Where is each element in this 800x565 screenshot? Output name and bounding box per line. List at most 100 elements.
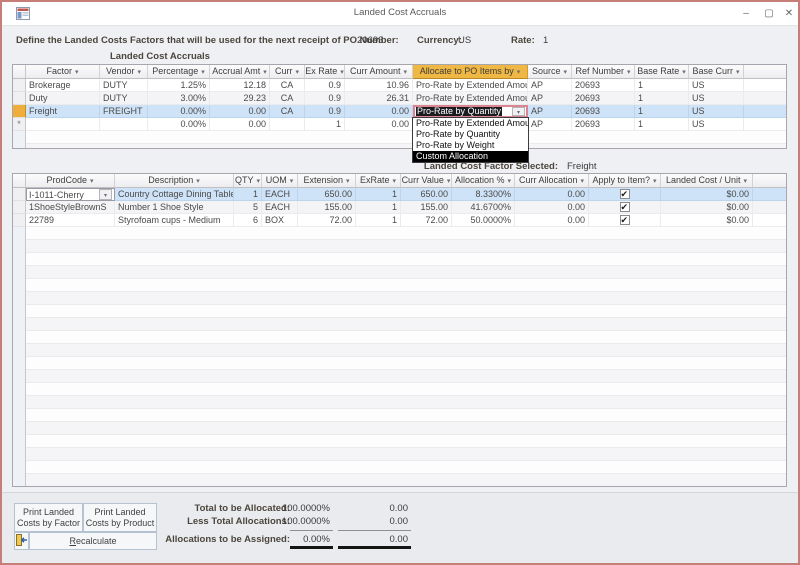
column-header-accrual-amt[interactable]: Accrual Amt: [210, 65, 270, 79]
column-header-curr-value[interactable]: Curr Value: [401, 174, 452, 188]
column-menu-icon[interactable]: [257, 174, 261, 188]
column-header-curr-allocation[interactable]: Curr Allocation: [515, 174, 589, 188]
dropdown-option[interactable]: Pro-Rate by Quantity: [413, 129, 528, 140]
minimize-button[interactable]: –: [738, 6, 754, 21]
column-menu-icon[interactable]: [90, 174, 94, 188]
cell-landed-cost-unit[interactable]: $0.00: [661, 188, 753, 201]
rate-value[interactable]: 1: [543, 35, 548, 46]
column-menu-icon[interactable]: [564, 65, 568, 79]
column-header-ex-rate[interactable]: Ex Rate: [305, 65, 345, 79]
column-menu-icon[interactable]: [196, 174, 200, 188]
cell-curr[interactable]: CA: [270, 105, 305, 118]
cell-ref-number[interactable]: 20693: [572, 118, 635, 131]
cell-curr-amount[interactable]: 10.96: [345, 79, 413, 92]
cell-allocation-pct[interactable]: 8.3300%: [452, 188, 515, 201]
apply-to-item-checkbox[interactable]: [620, 215, 630, 225]
column-menu-icon[interactable]: [653, 174, 657, 188]
cell-accrual-amt[interactable]: 12.18: [210, 79, 270, 92]
column-header-ref-number[interactable]: Ref Number: [572, 65, 635, 79]
print-costs-by-factor-button[interactable]: Print Landed Costs by Factor: [14, 503, 83, 532]
cell-allocation-pct[interactable]: 41.6700%: [452, 201, 515, 214]
cell-base-curr[interactable]: US: [689, 79, 744, 92]
prodcode-dropdown-button[interactable]: [99, 189, 112, 200]
column-menu-icon[interactable]: [340, 65, 344, 79]
po-number-value[interactable]: 20693: [357, 35, 383, 46]
cell-curr-amount[interactable]: 0.00: [345, 105, 413, 118]
cell-qty[interactable]: 1: [234, 188, 262, 201]
column-header-base-curr[interactable]: Base Curr: [689, 65, 744, 79]
close-form-button[interactable]: [14, 532, 29, 550]
cell-ex-rate[interactable]: 0.9: [305, 105, 345, 118]
cell-qty[interactable]: 6: [234, 214, 262, 227]
cell-base-rate[interactable]: 1: [635, 105, 689, 118]
cell-curr-allocation[interactable]: 0.00: [515, 201, 589, 214]
column-header-extension[interactable]: Extension: [298, 174, 356, 188]
combobox-selected-value[interactable]: Pro-Rate by Quantity: [416, 106, 502, 117]
cell-uom[interactable]: EACH: [262, 201, 298, 214]
column-menu-icon[interactable]: [75, 65, 79, 79]
apply-to-item-checkbox[interactable]: [620, 189, 630, 199]
cell-source[interactable]: AP: [528, 118, 572, 131]
cell-ref-number[interactable]: 20693: [572, 92, 635, 105]
cell-landed-cost-unit[interactable]: $0.00: [661, 201, 753, 214]
maximize-button[interactable]: ▢: [761, 6, 777, 21]
column-menu-icon[interactable]: [295, 65, 299, 79]
cell-extension[interactable]: 155.00: [298, 201, 356, 214]
cell-allocate-by[interactable]: Pro-Rate by Extended Amount: [413, 79, 528, 92]
cell-uom[interactable]: BOX: [262, 214, 298, 227]
cell-description[interactable]: Number 1 Shoe Style: [115, 201, 234, 214]
cell-curr-allocation[interactable]: 0.00: [515, 188, 589, 201]
column-header-qty[interactable]: QTY: [234, 174, 262, 188]
cell-uom[interactable]: EACH: [262, 188, 298, 201]
cell-source[interactable]: AP: [528, 105, 572, 118]
column-header-curr-amount[interactable]: Curr Amount: [345, 65, 413, 79]
record-selector[interactable]: [13, 92, 26, 105]
dropdown-option-highlighted[interactable]: Custom Allocation: [413, 151, 528, 162]
column-header-landed-cost-unit[interactable]: Landed Cost / Unit: [661, 174, 753, 188]
column-menu-icon[interactable]: [627, 65, 631, 79]
column-menu-icon[interactable]: [263, 65, 267, 79]
column-menu-icon[interactable]: [682, 65, 686, 79]
cell-exrate[interactable]: 1: [356, 214, 401, 227]
cell-allocate-by[interactable]: Pro-Rate by Extended Amount: [413, 92, 528, 105]
cell-curr-value[interactable]: 72.00: [401, 214, 452, 227]
cell-ref-number[interactable]: 20693: [572, 105, 635, 118]
cell-factor[interactable]: Freight: [26, 105, 100, 118]
cell-curr-amount[interactable]: 0.00: [345, 118, 413, 131]
column-header-curr[interactable]: Curr: [270, 65, 305, 79]
record-selector[interactable]: [13, 79, 26, 92]
cell-extension[interactable]: 650.00: [298, 188, 356, 201]
cell-percentage[interactable]: 1.25%: [148, 79, 210, 92]
cell-source[interactable]: AP: [528, 92, 572, 105]
column-header-description[interactable]: Description: [115, 174, 234, 188]
cell-factor[interactable]: Duty: [26, 92, 100, 105]
cell-accrual-amt[interactable]: 0.00: [210, 118, 270, 131]
column-header-base-rate[interactable]: Base Rate: [635, 65, 689, 79]
cell-curr-allocation[interactable]: 0.00: [515, 214, 589, 227]
cell-prodcode[interactable]: 1ShoeStyleBrownS: [26, 201, 115, 214]
column-header-uom[interactable]: UOM: [262, 174, 298, 188]
dropdown-option[interactable]: Pro-Rate by Extended Amount: [413, 118, 528, 129]
column-header-apply-to-item[interactable]: Apply to Item?: [589, 174, 661, 188]
column-menu-icon[interactable]: [581, 174, 585, 188]
cell-percentage[interactable]: 0.00%: [148, 105, 210, 118]
column-header-percentage[interactable]: Percentage: [148, 65, 210, 79]
column-menu-icon[interactable]: [736, 65, 740, 79]
cell-curr[interactable]: CA: [270, 92, 305, 105]
cell-curr-value[interactable]: 650.00: [401, 188, 452, 201]
cell-exrate[interactable]: 1: [356, 201, 401, 214]
cell-curr-value[interactable]: 155.00: [401, 201, 452, 214]
cell-base-rate[interactable]: 1: [635, 79, 689, 92]
new-record-selector[interactable]: *: [13, 118, 26, 131]
combobox-dropdown-button[interactable]: [512, 107, 525, 116]
cell-vendor[interactable]: DUTY: [100, 79, 148, 92]
column-menu-icon[interactable]: [517, 65, 521, 79]
column-menu-icon[interactable]: [346, 174, 350, 188]
cell-base-curr[interactable]: US: [689, 105, 744, 118]
prodcode-value[interactable]: I-1011-Cherry: [29, 189, 84, 201]
dropdown-option[interactable]: Pro-Rate by Weight: [413, 140, 528, 151]
cell-vendor[interactable]: FREIGHT: [100, 105, 148, 118]
cell-landed-cost-unit[interactable]: $0.00: [661, 214, 753, 227]
cell-curr-amount[interactable]: 26.31: [345, 92, 413, 105]
cell-base-curr[interactable]: US: [689, 118, 744, 131]
